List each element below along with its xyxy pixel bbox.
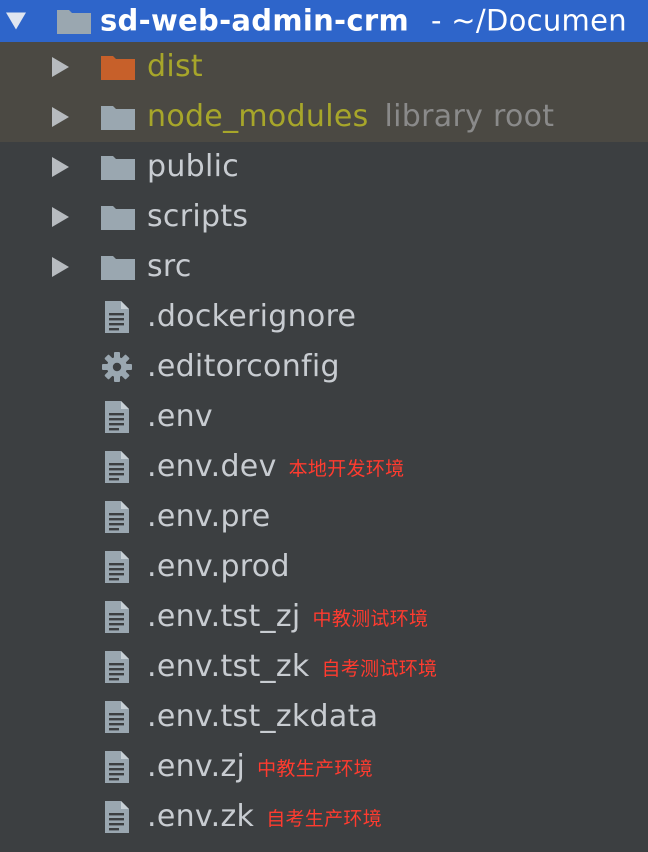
chevron-right-icon[interactable]: [52, 57, 69, 77]
text-file-icon: [105, 401, 129, 433]
library-root-hint: library root: [384, 98, 555, 134]
folder-row[interactable]: node_modules library root: [0, 92, 648, 142]
folder-icon: [101, 106, 135, 130]
folder-row[interactable]: scripts: [0, 192, 648, 242]
chevron-right-icon[interactable]: [52, 107, 69, 127]
item-name: .env.prod: [147, 548, 290, 584]
file-row[interactable]: .env.tst_zk 自考测试环境: [0, 642, 648, 692]
chevron-down-icon[interactable]: [6, 12, 26, 30]
folder-orange-icon: [101, 56, 135, 80]
text-file-icon: [105, 451, 129, 483]
item-name: dist: [147, 48, 203, 84]
folder-row[interactable]: src: [0, 242, 648, 292]
text-file-icon: [105, 801, 129, 833]
text-file-icon: [105, 551, 129, 583]
item-label: node_modules library root: [147, 99, 554, 134]
item-label: .env.tst_zj 中教测试环境: [147, 599, 428, 634]
item-label: .env.zj 中教生产环境: [147, 749, 373, 784]
item-label: .env.zk 自考生产环境: [147, 799, 382, 834]
item-name: .editorconfig: [147, 348, 340, 384]
item-name: .env.tst_zkdata: [147, 698, 379, 734]
item-name: .dockerignore: [147, 298, 357, 334]
text-file-icon: [105, 751, 129, 783]
env-annotation: 中教测试环境: [312, 607, 429, 630]
item-name: .env.zk: [147, 798, 255, 834]
item-name: .env.zj: [147, 748, 246, 784]
text-file-icon: [105, 651, 129, 683]
chevron-right-icon[interactable]: [52, 207, 69, 227]
item-name: .env.tst_zk: [147, 648, 310, 684]
file-row[interactable]: .env.tst_zj 中教测试环境: [0, 592, 648, 642]
env-annotation: 中教生产环境: [257, 757, 373, 780]
text-file-icon: [105, 601, 129, 633]
chevron-right-icon[interactable]: [52, 257, 69, 277]
item-label: .env.tst_zk 自考测试环境: [147, 649, 437, 684]
item-label: .dockerignore: [147, 299, 356, 334]
folder-row[interactable]: public: [0, 142, 648, 192]
project-root-row[interactable]: sd-web-admin-crm - ~/Documen: [0, 0, 648, 42]
text-file-icon: [105, 701, 129, 733]
item-name: node_modules: [147, 98, 369, 134]
item-label: public: [147, 149, 239, 184]
folder-icon: [57, 10, 91, 34]
env-annotation: 自考生产环境: [266, 807, 383, 830]
chevron-right-icon[interactable]: [52, 157, 69, 177]
project-root-path: - ~/Documen: [431, 3, 627, 38]
env-annotation: 自考测试环境: [321, 657, 438, 680]
text-file-icon: [105, 501, 129, 533]
project-tree: sd-web-admin-crm - ~/Documen dist node_mod…: [0, 0, 648, 852]
file-row[interactable]: .env.dev 本地开发环境: [0, 442, 648, 492]
item-label: .env.prod: [147, 549, 290, 584]
file-row[interactable]: .env.pre: [0, 492, 648, 542]
item-label: scripts: [147, 199, 248, 234]
file-row[interactable]: .env.tst_zkdata: [0, 692, 648, 742]
item-name: .env: [147, 398, 213, 434]
item-label: .env.pre: [147, 499, 271, 534]
folder-icon: [101, 156, 135, 180]
env-annotation: 本地开发环境: [288, 457, 405, 480]
item-name: src: [147, 248, 192, 284]
text-file-icon: [105, 301, 129, 333]
file-row[interactable]: .env.zk 自考生产环境: [0, 792, 648, 842]
item-name: .env.tst_zj: [147, 598, 301, 634]
item-label: .env.dev 本地开发环境: [147, 449, 404, 484]
item-label: .editorconfig: [147, 349, 340, 384]
item-name: public: [147, 148, 240, 184]
file-row[interactable]: .env: [0, 392, 648, 442]
folder-icon: [101, 256, 135, 280]
item-name: scripts: [147, 198, 249, 234]
file-row[interactable]: .editorconfig: [0, 342, 648, 392]
item-label: dist: [147, 49, 203, 84]
folder-icon: [101, 206, 135, 230]
item-label: .env.tst_zkdata: [147, 699, 378, 734]
project-root-name: sd-web-admin-crm: [100, 3, 409, 38]
folder-row[interactable]: dist: [0, 42, 648, 92]
file-row[interactable]: .dockerignore: [0, 292, 648, 342]
gear-icon: [102, 352, 132, 382]
file-row[interactable]: .env.zj 中教生产环境: [0, 742, 648, 792]
item-name: .env.pre: [147, 498, 271, 534]
item-name: .env.dev: [147, 448, 277, 484]
item-label: src: [147, 249, 192, 284]
item-label: .env: [147, 399, 213, 434]
file-row[interactable]: .env.prod: [0, 542, 648, 592]
